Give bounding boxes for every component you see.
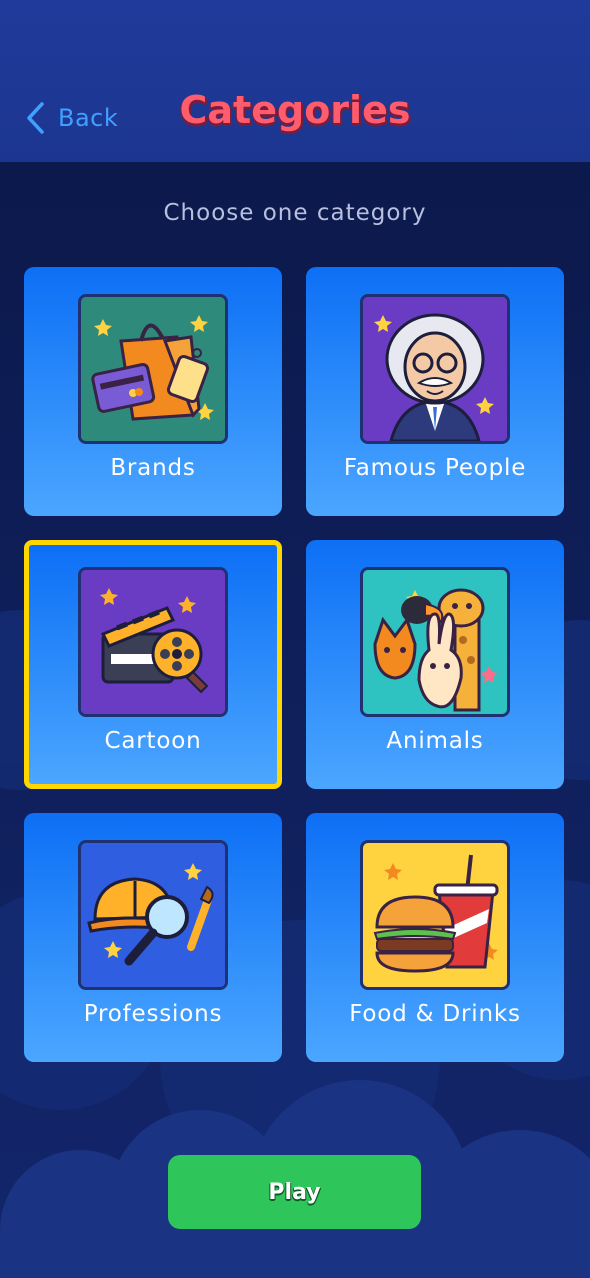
category-card-food-drinks[interactable]: Food & Drinks — [306, 813, 564, 1062]
scientist-portrait-icon — [360, 294, 510, 444]
category-card-professions[interactable]: Professions — [24, 813, 282, 1062]
category-label: Food & Drinks — [349, 1001, 521, 1027]
category-label: Professions — [83, 1001, 223, 1027]
category-label: Animals — [386, 728, 484, 754]
category-card-animals[interactable]: Animals — [306, 540, 564, 789]
top-bar: Back Categories — [0, 0, 590, 162]
page-title: Categories — [179, 88, 411, 132]
category-label: Famous People — [343, 455, 527, 481]
clapperboard-film-reel-icon — [78, 567, 228, 717]
category-label: Cartoon — [104, 728, 202, 754]
play-button[interactable]: Play — [168, 1155, 421, 1229]
animals-group-icon — [360, 567, 510, 717]
category-card-famous-people[interactable]: Famous People — [306, 267, 564, 516]
instruction-text: Choose one category — [163, 200, 427, 226]
category-label: Brands — [110, 455, 196, 481]
hardhat-magnifier-brush-icon — [78, 840, 228, 990]
category-card-brands[interactable]: Brands — [24, 267, 282, 516]
burger-soda-icon — [360, 840, 510, 990]
play-label: Play — [268, 1179, 321, 1205]
category-card-cartoon[interactable]: Cartoon — [24, 540, 282, 789]
shopping-bag-card-icon — [78, 294, 228, 444]
